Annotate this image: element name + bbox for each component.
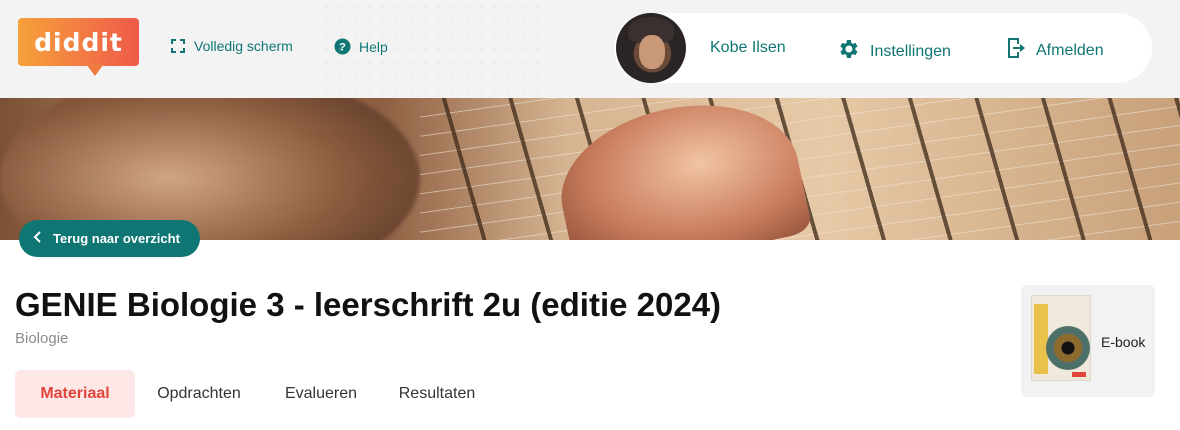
user-panel: Kobe Ilsen Instellingen Afmelden bbox=[614, 13, 1152, 83]
cover-stripe bbox=[1034, 304, 1048, 374]
chevron-left-icon bbox=[33, 231, 43, 246]
tab-opdrachten[interactable]: Opdrachten bbox=[139, 370, 259, 418]
tab-bar: Materiaal Opdrachten Evalueren Resultate… bbox=[15, 370, 497, 418]
gear-icon bbox=[836, 37, 860, 66]
settings-label: Instellingen bbox=[870, 42, 951, 60]
logo-text: diddit bbox=[34, 27, 123, 57]
cover-tag bbox=[1072, 372, 1086, 377]
subject-label: Biologie bbox=[15, 330, 69, 347]
expand-icon bbox=[170, 38, 186, 54]
logout-label: Afmelden bbox=[1036, 41, 1104, 59]
hero-banner bbox=[0, 98, 1180, 240]
ebook-label: E-book bbox=[1101, 334, 1146, 350]
logout-icon bbox=[1006, 37, 1026, 64]
avatar[interactable] bbox=[616, 13, 686, 83]
settings-button[interactable]: Instellingen bbox=[836, 37, 951, 66]
back-label: Terug naar overzicht bbox=[53, 231, 180, 246]
tab-evalueren[interactable]: Evalueren bbox=[267, 370, 375, 418]
book-cover bbox=[1031, 295, 1091, 381]
logout-button[interactable]: Afmelden bbox=[1006, 37, 1104, 64]
back-to-overview-button[interactable]: Terug naar overzicht bbox=[19, 220, 200, 257]
page-title: GENIE Biologie 3 - leerschrift 2u (editi… bbox=[15, 286, 722, 323]
logo-tail bbox=[86, 64, 104, 76]
avatar-face bbox=[639, 35, 665, 69]
eye-image bbox=[1046, 326, 1090, 370]
fullscreen-label: Volledig scherm bbox=[194, 38, 293, 54]
decorative-dots bbox=[320, 0, 540, 98]
diddit-logo[interactable]: diddit bbox=[18, 18, 139, 76]
user-name[interactable]: Kobe Ilsen bbox=[710, 39, 786, 57]
ebook-card[interactable]: E-book bbox=[1021, 285, 1155, 397]
tab-materiaal[interactable]: Materiaal bbox=[15, 370, 135, 418]
tab-resultaten[interactable]: Resultaten bbox=[377, 370, 497, 418]
top-bar: diddit Volledig scherm ? Help Kobe Ilsen bbox=[0, 0, 1180, 98]
fullscreen-button[interactable]: Volledig scherm bbox=[170, 38, 293, 54]
hero-blur bbox=[0, 98, 420, 240]
